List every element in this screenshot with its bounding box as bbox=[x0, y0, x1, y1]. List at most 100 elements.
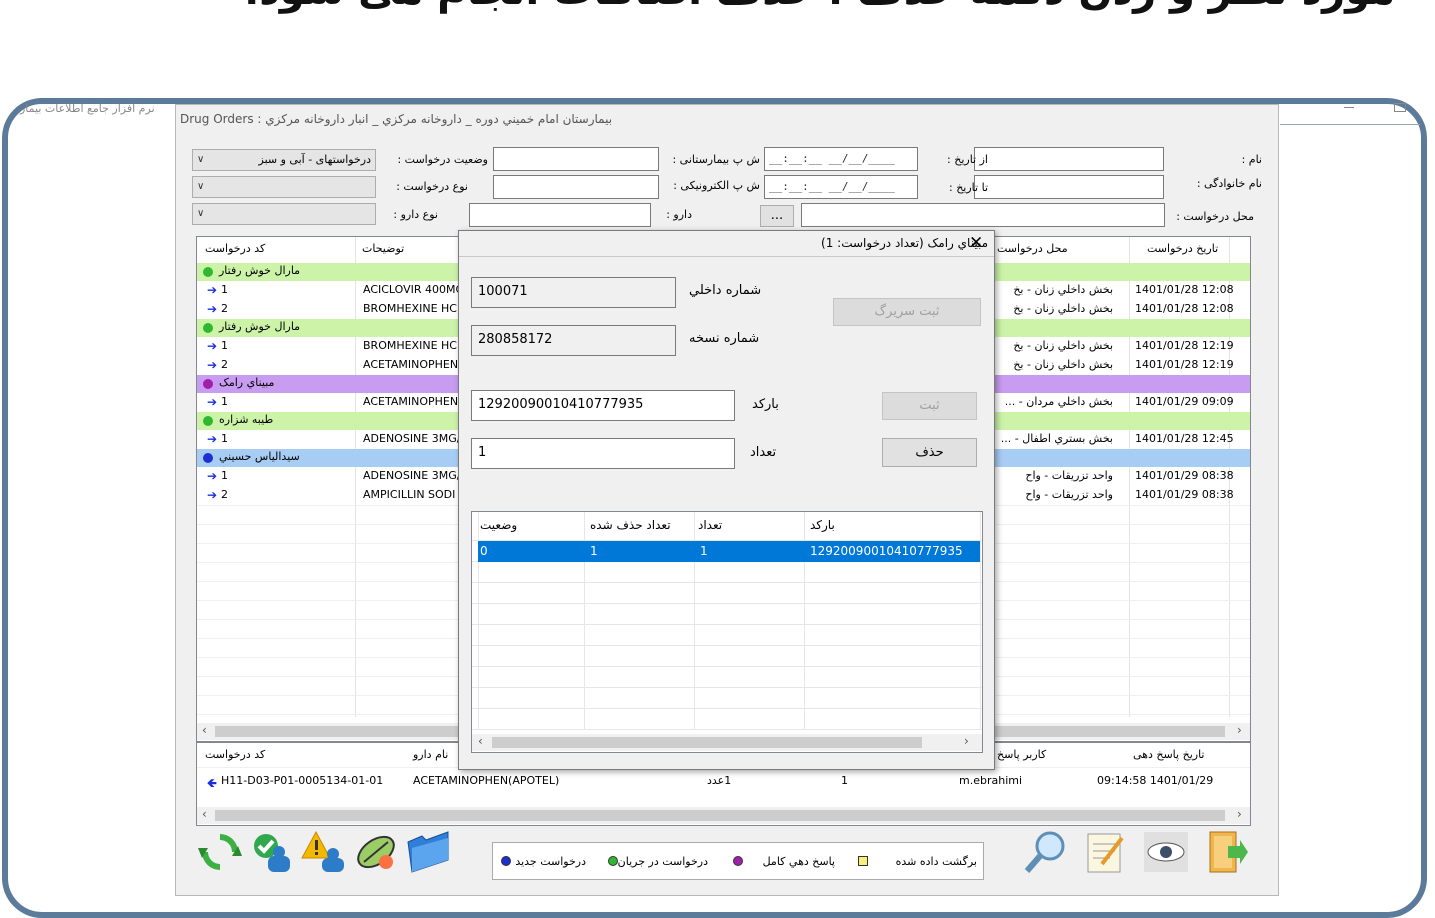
scroll-right-icon[interactable]: › bbox=[1237, 807, 1242, 821]
exit-door-icon[interactable] bbox=[1202, 828, 1250, 876]
grid2-hscrollbar[interactable]: ‹ › bbox=[197, 807, 1250, 824]
row-date: 1401/01/28 12:08 bbox=[1135, 283, 1234, 296]
col-header-count[interactable]: تعداد bbox=[698, 512, 722, 538]
grid-divider bbox=[472, 708, 982, 709]
eye-icon[interactable] bbox=[1142, 828, 1190, 876]
scroll-left-icon[interactable]: ‹ bbox=[478, 734, 483, 748]
scroll-left-icon[interactable]: ‹ bbox=[202, 807, 207, 821]
status-label: وضعیت درخواست : bbox=[397, 153, 488, 166]
row-arrow-icon: ➔ bbox=[207, 395, 218, 409]
row-number: 1 bbox=[221, 283, 228, 296]
table-row[interactable]: 0 1 1 12920090010410777935 bbox=[478, 541, 980, 562]
elec-no-input[interactable] bbox=[493, 175, 659, 199]
scroll-right-icon[interactable]: › bbox=[1237, 723, 1242, 737]
legend-inprogress-swatch bbox=[608, 856, 618, 866]
to-date-input[interactable]: __:__:__ __/__/____ bbox=[764, 175, 918, 199]
maximize-icon[interactable] bbox=[1394, 103, 1406, 112]
close-icon[interactable]: ✕ bbox=[969, 233, 983, 253]
row-drug: ACETAMINOPHEN bbox=[363, 395, 459, 408]
row-location: بخش داخلي مردان - ... bbox=[1004, 395, 1113, 408]
row-drug: ACETAMINOPHEN bbox=[363, 358, 459, 371]
row-status: 0 bbox=[480, 544, 488, 558]
status-select[interactable]: درخواستهای - آبی و سبز ∨ bbox=[192, 149, 376, 171]
barcode-input[interactable]: 12920090010410777935 bbox=[471, 390, 735, 421]
notes-icon[interactable] bbox=[1080, 828, 1128, 876]
row-arrow-icon: ➔ bbox=[207, 432, 218, 446]
patient-name: طيبه شزاره bbox=[219, 413, 274, 426]
grid-divider bbox=[472, 645, 982, 646]
grid-divider bbox=[472, 603, 982, 604]
warning-users-icon[interactable] bbox=[300, 828, 348, 876]
drugtype-select[interactable]: ∨ bbox=[192, 203, 376, 225]
browse-button[interactable]: ... bbox=[760, 205, 794, 227]
window-title: Drug Orders : بيمارستان امام خميني دوره … bbox=[180, 112, 613, 126]
col-header-drug2[interactable]: نام دارو bbox=[413, 743, 448, 767]
delete-button[interactable]: حذف bbox=[882, 438, 977, 467]
patient-name: مارال خوش رفتار bbox=[219, 264, 301, 277]
minimize-icon[interactable] bbox=[1344, 107, 1354, 108]
quantity-input[interactable]: 1 bbox=[471, 438, 735, 469]
family-input[interactable] bbox=[974, 175, 1164, 199]
col-header-status[interactable]: وضعیت bbox=[480, 512, 517, 538]
row-number: 1 bbox=[221, 339, 228, 352]
col-header-deleted-count[interactable]: تعداد حذف شده bbox=[590, 512, 671, 538]
from-date-input[interactable]: __:__:__ __/__/____ bbox=[764, 147, 918, 171]
scroll-thumb[interactable] bbox=[215, 810, 1225, 821]
row-arrow-icon: ➔ bbox=[207, 302, 218, 316]
scroll-thumb[interactable] bbox=[492, 737, 922, 748]
hosp-no-input[interactable] bbox=[493, 147, 659, 171]
row-date: 1401/01/28 12:08 bbox=[1135, 302, 1234, 315]
grid-divider bbox=[472, 624, 982, 625]
dialog-title: مبيناي رامک (تعداد درخواست: 1) bbox=[821, 236, 988, 250]
col-header-code[interactable]: کد درخواست bbox=[205, 237, 265, 261]
table-hscrollbar[interactable]: ‹ › bbox=[472, 734, 982, 751]
status-dot-icon bbox=[203, 416, 213, 426]
row-arrow-icon: ➔ bbox=[207, 339, 218, 353]
col-header-date[interactable]: تاریخ درخواست bbox=[1147, 237, 1218, 261]
search-icon[interactable] bbox=[1022, 828, 1070, 876]
row-location: بخش بستري اطفال - ... bbox=[1000, 432, 1113, 445]
quantity-label: تعداد bbox=[750, 445, 777, 460]
name-input[interactable] bbox=[974, 147, 1164, 171]
register-button[interactable]: ثبت bbox=[882, 392, 977, 420]
row-number: 1 bbox=[221, 469, 228, 482]
scroll-left-icon[interactable]: ‹ bbox=[202, 723, 207, 737]
col-header-location[interactable]: محل درخواست bbox=[997, 237, 1068, 261]
folder-icon[interactable] bbox=[404, 828, 452, 876]
drug-label: دارو : bbox=[666, 208, 692, 221]
register-serial-button[interactable]: ثبت سريرگ bbox=[833, 298, 981, 326]
grid-divider bbox=[472, 666, 982, 667]
barcode-table[interactable]: وضعیت تعداد حذف شده تعداد بارکد 0 1 1 12… bbox=[471, 511, 983, 753]
legend-inprogress-label: درخواست در جريان bbox=[617, 855, 708, 868]
chevron-down-icon: ∨ bbox=[197, 208, 205, 219]
name-label: نام : bbox=[1241, 153, 1262, 166]
row-barcode: 12920090010410777935 bbox=[810, 544, 963, 558]
row-number: 2 bbox=[221, 358, 228, 371]
col-header-user2[interactable]: کاربر پاسخ bbox=[997, 743, 1046, 767]
type-select[interactable]: ∨ bbox=[192, 176, 376, 198]
approve-users-icon[interactable] bbox=[248, 828, 296, 876]
grid-divider bbox=[472, 582, 982, 583]
location-input[interactable] bbox=[801, 203, 1165, 227]
legend-new-label: درخواست جديد bbox=[515, 855, 586, 868]
drugs-icon[interactable] bbox=[352, 828, 400, 876]
rx-no-field[interactable]: 280858172 bbox=[471, 325, 676, 356]
col-header-date2[interactable]: تاریخ پاسخ دهی bbox=[1133, 743, 1204, 767]
barcode-dialog: مبيناي رامک (تعداد درخواست: 1) ✕ 100071 … bbox=[458, 230, 995, 770]
status-dot-icon bbox=[203, 323, 213, 333]
col-header-code2[interactable]: کد درخواست bbox=[205, 743, 265, 767]
row-drug: AMPICILLIN SODI bbox=[363, 488, 456, 501]
internal-no-field[interactable]: 100071 bbox=[471, 277, 676, 308]
col-header-barcode[interactable]: بارکد bbox=[810, 512, 835, 538]
drug-input[interactable] bbox=[469, 203, 651, 227]
internal-no-label: شماره داخلي bbox=[689, 283, 762, 298]
row-number: 1 bbox=[221, 395, 228, 408]
dialog-title-divider bbox=[459, 256, 994, 257]
legend-new-swatch bbox=[501, 856, 511, 866]
table-row[interactable]: 🡸 H11-D03-P01-0005134-01-01 ACETAMINOPHE… bbox=[197, 772, 1250, 791]
location-label: محل درخواست : bbox=[1176, 210, 1254, 223]
refresh-icon[interactable] bbox=[196, 828, 244, 876]
scroll-right-icon[interactable]: › bbox=[964, 734, 969, 748]
response-date: 09:14:58 1401/01/29 bbox=[1097, 774, 1214, 787]
col-header-desc[interactable]: توضیحات bbox=[362, 237, 404, 261]
